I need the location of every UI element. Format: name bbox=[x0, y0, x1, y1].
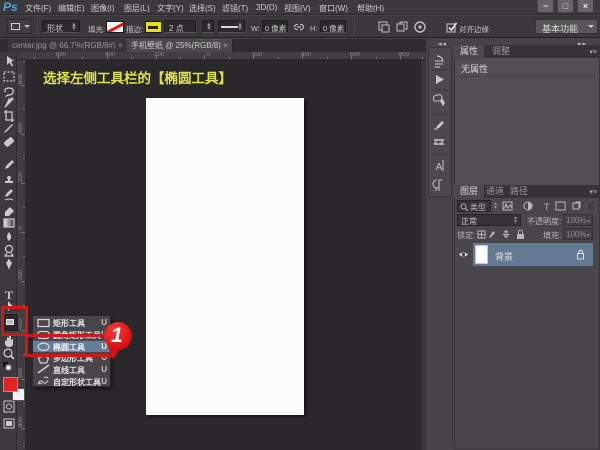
svg-text:T: T bbox=[544, 202, 550, 212]
svg-text:T: T bbox=[5, 288, 13, 302]
svg-text:A: A bbox=[436, 162, 443, 173]
